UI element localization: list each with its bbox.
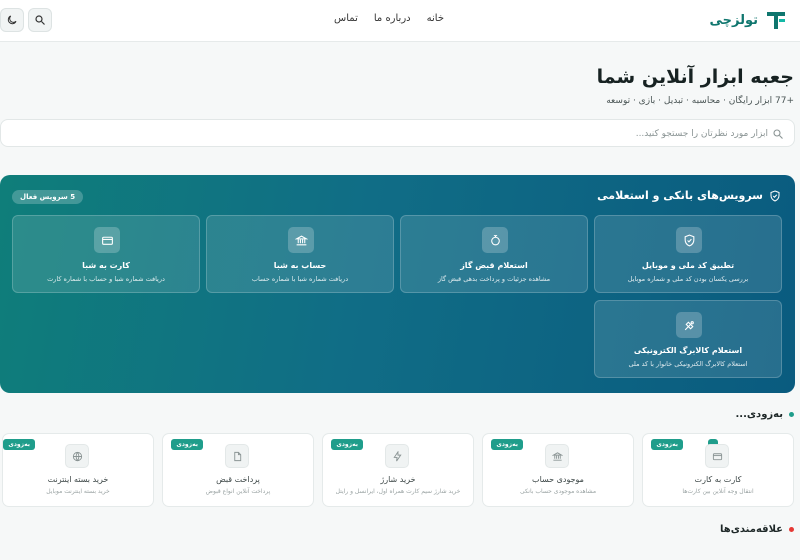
search-icon bbox=[35, 15, 45, 25]
service-card-gas-bill[interactable]: استعلام قبض گاز مشاهده جزئیات و پرداخت ب… bbox=[400, 215, 588, 293]
header-actions bbox=[0, 8, 52, 32]
tag-icon bbox=[684, 320, 694, 330]
theme-toggle-button[interactable] bbox=[0, 8, 24, 32]
bank-icon bbox=[551, 451, 563, 461]
coming-soon-title: موجودی حساب bbox=[532, 475, 584, 484]
bank-icon bbox=[294, 235, 308, 245]
page-title: جعبه ابزار آنلاین شما bbox=[596, 66, 794, 88]
coming-soon-desc: خرید بسته اینترنت موبایل bbox=[46, 488, 110, 495]
card-icon bbox=[712, 452, 722, 460]
service-card-account-to-sheba[interactable]: حساب به شبا دریافت شماره شبا با شماره حس… bbox=[206, 215, 394, 293]
coming-soon-badge: به‌زودی bbox=[171, 439, 203, 450]
coming-soon-card-internet-package[interactable]: به‌زودی خرید بسته اینترنت خرید بسته اینت… bbox=[2, 433, 154, 507]
coming-soon-card-bill-payment[interactable]: به‌زودی پرداخت قبض پرداخت آنلاین انواع ق… bbox=[162, 433, 314, 507]
search-icon bbox=[773, 129, 783, 139]
service-card-national-id-mobile[interactable]: تطبیق کد ملی و موبایل بررسی یکسان بودن ک… bbox=[594, 215, 782, 293]
service-desc: بررسی یکسان بودن کد ملی و شماره موبایل bbox=[627, 275, 749, 283]
coming-soon-title: خرید شارژ bbox=[380, 475, 416, 484]
gas-flame-icon bbox=[490, 234, 500, 245]
credit-card-icon bbox=[101, 236, 113, 245]
coming-soon-title: پرداخت قبض bbox=[216, 475, 260, 484]
main-nav: خانه درباره ما تماس bbox=[334, 13, 444, 24]
service-desc: استعلام کالابرگ الکترونیکی خانوار با کد … bbox=[628, 360, 748, 368]
moon-icon bbox=[7, 15, 17, 25]
coming-soon-desc: پرداخت آنلاین انواع قبوض bbox=[205, 488, 271, 495]
coming-soon-badge: به‌زودی bbox=[331, 439, 363, 450]
coming-soon-card-balance[interactable]: به‌زودی موجودی حساب مشاهده موجودی حساب ب… bbox=[482, 433, 634, 507]
service-title: استعلام کالابرگ الکترونیکی bbox=[633, 346, 743, 355]
coming-soon-title: کارت به کارت bbox=[694, 475, 742, 484]
nav-home[interactable]: خانه bbox=[427, 13, 444, 24]
service-card-card-to-sheba[interactable]: کارت به شبا دریافت شماره شبا و حساب با ش… bbox=[12, 215, 200, 293]
bank-services-heading: سرویس‌های بانکی و استعلامی bbox=[597, 189, 781, 202]
service-card-kalabarg[interactable]: استعلام کالابرگ الکترونیکی استعلام کالاب… bbox=[594, 300, 782, 378]
service-title: تطبیق کد ملی و موبایل bbox=[641, 261, 735, 270]
globe-icon bbox=[72, 451, 82, 461]
bank-services-panel: سرویس‌های بانکی و استعلامی 5 سرویس فعال … bbox=[0, 175, 795, 393]
top-header: تولزچی خانه درباره ما تماس bbox=[0, 0, 800, 42]
coming-soon-heading: به‌زودی... bbox=[736, 409, 794, 420]
service-title: کارت به شبا bbox=[82, 261, 130, 270]
coming-soon-card-charge[interactable]: به‌زودی خرید شارژ خرید شارژ سیم کارت همر… bbox=[322, 433, 474, 507]
shield-check-icon bbox=[770, 189, 780, 202]
shield-check-icon bbox=[684, 234, 694, 247]
section-dot bbox=[789, 412, 794, 417]
coming-soon-badge: به‌زودی bbox=[651, 439, 683, 450]
service-title: استعلام قبض گاز bbox=[460, 261, 528, 270]
page-subtitle: +77 ابزار رایگان · محاسبه · تبدیل · بازی… bbox=[606, 96, 794, 106]
brand[interactable]: تولزچی bbox=[709, 8, 788, 32]
coming-soon-desc: انتقال وجه آنلاین بین کارت‌ها bbox=[682, 488, 754, 495]
bolt-icon bbox=[392, 450, 402, 461]
section-dot bbox=[789, 527, 794, 532]
coming-soon-badge: به‌زودی bbox=[491, 439, 523, 450]
coming-soon-card-card-to-card[interactable]: به‌زودی کارت به کارت انتقال وجه آنلاین ب… bbox=[642, 433, 794, 507]
coming-soon-title: خرید بسته اینترنت bbox=[47, 475, 109, 484]
service-desc: دریافت شماره شبا با شماره حساب bbox=[251, 275, 349, 283]
coming-soon-badge: به‌زودی bbox=[3, 439, 35, 450]
brand-name: تولزچی bbox=[709, 12, 758, 28]
favorites-heading: علاقه‌مندی‌ها bbox=[720, 524, 794, 535]
active-services-badge: 5 سرویس فعال bbox=[12, 190, 84, 204]
coming-soon-desc: مشاهده موجودی حساب بانکی bbox=[519, 488, 597, 495]
service-desc: دریافت شماره شبا و حساب با شماره کارت bbox=[47, 275, 165, 283]
service-desc: مشاهده جزئیات و پرداخت بدهی قبض گاز bbox=[437, 275, 551, 283]
nav-about[interactable]: درباره ما bbox=[374, 13, 411, 24]
coming-soon-desc: خرید شارژ سیم کارت همراه اول، ایرانسل و … bbox=[335, 488, 461, 495]
nav-contact[interactable]: تماس bbox=[334, 13, 358, 24]
document-icon bbox=[233, 451, 241, 461]
tool-search-input[interactable] bbox=[168, 125, 768, 143]
brand-logo-icon bbox=[767, 12, 785, 29]
tool-search-box bbox=[0, 119, 795, 147]
service-title: حساب به شبا bbox=[273, 261, 327, 270]
search-button[interactable] bbox=[28, 8, 52, 32]
